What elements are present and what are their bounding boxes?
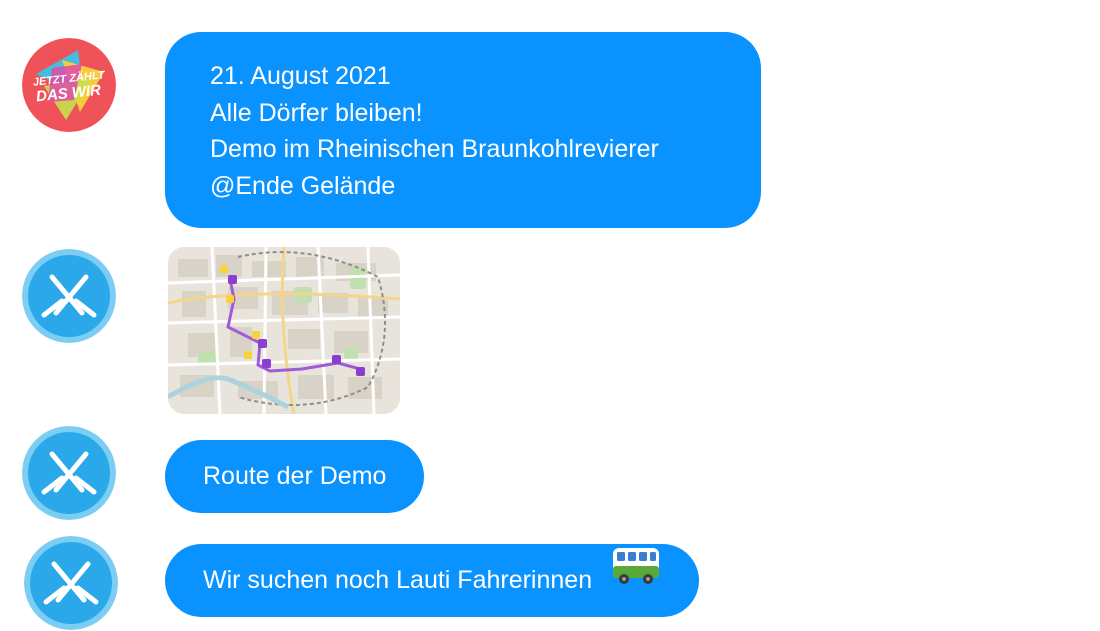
crossed-hammers-avatar[interactable]	[24, 536, 118, 630]
bus-icon	[611, 542, 661, 615]
message-text-drivers: Wir suchen noch Lauti Fahrerinnen	[203, 566, 593, 594]
message-line-date: 21. August 2021	[210, 62, 391, 90]
message-text-route: Route der Demo	[203, 462, 387, 490]
message-line-slogan: Alle Dörfer bleiben!	[210, 98, 423, 127]
crossed-hammers-avatar[interactable]	[22, 426, 116, 520]
message-bubble-drivers[interactable]: Wir suchen noch Lauti Fahrerinnen	[165, 542, 700, 617]
message-bubble-route[interactable]: Route der Demo	[165, 440, 425, 513]
message-line-event: Demo im Rheinischen Braunkohlrevierer	[210, 135, 659, 163]
message-line-mention: @Ende Gelände	[210, 171, 396, 200]
message-bubble-announcement[interactable]: 21. August 2021 Alle Dörfer bleiben! Dem…	[165, 32, 761, 228]
campaign-logo-avatar[interactable]: JETZT ZÄHLT DAS WIR	[22, 38, 116, 132]
crossed-hammers-avatar[interactable]	[22, 249, 116, 343]
route-map-image[interactable]	[168, 247, 400, 414]
